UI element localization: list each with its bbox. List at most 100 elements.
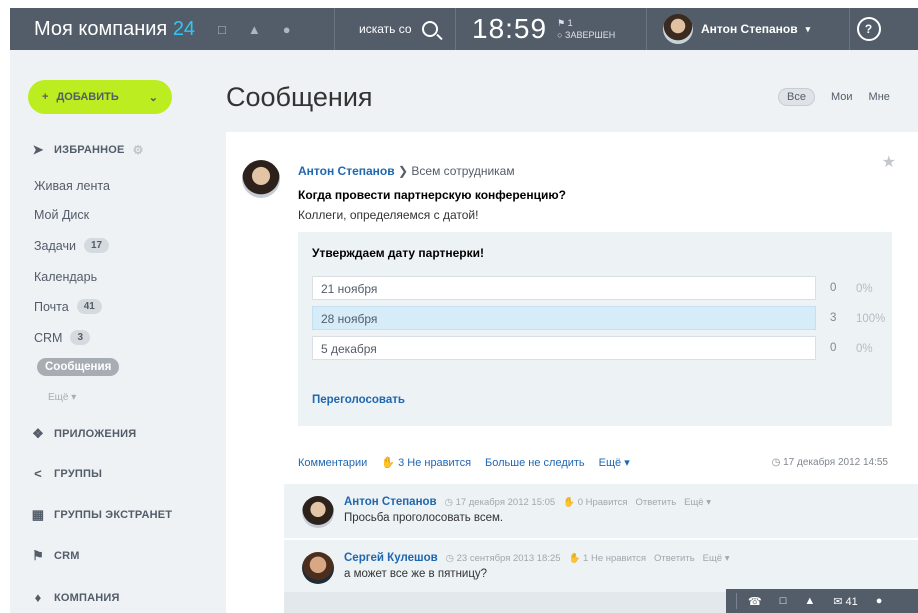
comment-date: ◷ 17 декабря 2012 15:05 — [444, 497, 556, 508]
thumbs-up-icon: ✋ — [568, 553, 581, 564]
filter-mine[interactable]: Мои — [831, 91, 853, 103]
top-bar: Моя компания 24 □ ▲ ● искать со 18:59 ⚑ … — [10, 8, 918, 50]
bell-icon[interactable]: ▲ — [804, 595, 815, 607]
work-clock[interactable]: 18:59 ⚑ 1 ○ ЗАВЕРШЕН — [456, 13, 646, 45]
sidebar-section-crm[interactable]: ⚑ CRM — [30, 548, 80, 564]
chevron-down-icon: ▾ — [71, 392, 77, 403]
poll-option[interactable]: 28 ноября — [312, 306, 816, 330]
bell-icon[interactable]: ▲ — [248, 22, 261, 37]
like-button[interactable]: ✋ 3 Не нравится — [381, 456, 471, 469]
comment-like-label: 0 Нравится — [577, 497, 628, 508]
phone-icon[interactable]: ☎ — [748, 595, 762, 608]
sidebar-section-groups[interactable]: < ГРУППЫ — [30, 466, 102, 481]
comment-header: Сергей Кулешов ◷ 23 сентября 2013 18:25 … — [344, 552, 730, 564]
filter-tabs: Все Мои Мне — [778, 88, 890, 106]
poll-option[interactable]: 21 ноября — [312, 276, 816, 300]
sidebar-section-extranet[interactable]: ▦ ГРУППЫ ЭКСТРАНЕТ — [30, 507, 172, 523]
section-label: ПРИЛОЖЕНИЯ — [54, 428, 137, 440]
gear-icon[interactable]: ⚙ — [133, 143, 144, 157]
avatar[interactable] — [302, 496, 334, 528]
arrow-right-icon: ❯ — [397, 164, 409, 178]
clock-meta: ⚑ 1 ○ ЗАВЕРШЕН — [557, 17, 615, 41]
comment-more[interactable]: Ещё ▾ — [703, 553, 730, 564]
sidebar-item-tasks[interactable]: Задачи 17 — [34, 238, 110, 253]
sidebar-section-company[interactable]: ♦ КОМПАНИЯ — [30, 590, 120, 605]
sidebar-item-label: CRM — [34, 330, 63, 345]
cloud-icon[interactable]: ● — [283, 22, 291, 37]
sidebar-item-messages[interactable]: Сообщения — [37, 358, 120, 376]
filter-all[interactable]: Все — [778, 88, 815, 106]
like-count: 3 — [398, 457, 405, 469]
revote-link[interactable]: Переголосовать — [312, 394, 405, 406]
poll-percent: 0% — [856, 283, 873, 295]
sidebar-section-apps[interactable]: ❖ ПРИЛОЖЕНИЯ — [30, 426, 136, 442]
add-button[interactable]: + ДОБАВИТЬ ⌄ — [28, 80, 172, 114]
comments-link[interactable]: Комментарии — [298, 457, 367, 469]
apps-icon: ❖ — [32, 426, 44, 441]
chat-icon[interactable]: □ — [218, 22, 226, 37]
post-recipient[interactable]: Всем сотрудникам — [411, 164, 514, 178]
comment-date: ◷ 23 сентября 2013 18:25 — [445, 553, 561, 564]
comment-author[interactable]: Антон Степанов — [344, 496, 437, 508]
comment-more[interactable]: Ещё ▾ — [684, 497, 711, 508]
comment-date-text: 23 сентября 2013 18:25 — [456, 553, 561, 564]
reply-link[interactable]: Ответить — [654, 553, 695, 564]
comment-like[interactable]: ✋ 0 Нравится — [563, 497, 627, 508]
unfollow-link[interactable]: Больше не следить — [485, 457, 585, 469]
poll-percent: 100% — [856, 313, 886, 325]
sidebar-item-disk[interactable]: Мой Диск — [34, 208, 89, 222]
search-box[interactable]: искать со — [335, 21, 455, 37]
clock-status: ○ ЗАВЕРШЕН — [557, 29, 615, 41]
sidebar-item-crm[interactable]: CRM 3 — [34, 330, 91, 345]
sidebar-more[interactable]: Ещё ▾ — [48, 392, 76, 403]
sidebar-item-label: Задачи — [34, 238, 76, 253]
poll-question: Утверждаем дату партнерки! — [312, 246, 485, 260]
chevron-down-icon: ⌄ — [148, 91, 158, 104]
comment-text: Просьба проголосовать всем. — [344, 512, 504, 524]
mail-counter[interactable]: ✉ 41 — [833, 595, 858, 608]
page-title: Сообщения — [226, 82, 373, 112]
comment-author[interactable]: Сергей Кулешов — [344, 552, 438, 564]
post-card: Антон Степанов ❯ Всем сотрудникам ★ Когд… — [226, 132, 918, 613]
reply-link[interactable]: Ответить — [636, 497, 677, 508]
sidebar-section-favorites[interactable]: ➤ ИЗБРАННОЕ ⚙ — [30, 142, 144, 158]
sidebar-item-mail[interactable]: Почта 41 — [34, 299, 102, 314]
post-author-line: Антон Степанов ❯ Всем сотрудникам — [298, 164, 515, 178]
comment-header: Антон Степанов ◷ 17 декабря 2012 15:05 ✋… — [344, 496, 711, 508]
chevron-down-icon: ▾ — [624, 457, 630, 469]
chat-icon[interactable]: □ — [780, 595, 787, 607]
comment-like[interactable]: ✋ 1 Не нравится — [569, 553, 647, 564]
comment-more-label: Ещё — [684, 497, 704, 508]
user-menu[interactable]: Антон Степанов ▾ — [647, 14, 841, 44]
more-menu[interactable]: Ещё ▾ — [599, 456, 630, 469]
avatar[interactable] — [242, 160, 280, 198]
top-strip — [0, 0, 918, 8]
post-author[interactable]: Антон Степанов — [298, 164, 395, 178]
search-label: искать со — [359, 22, 412, 36]
poll: Утверждаем дату партнерки! 21 ноября 0 0… — [298, 232, 892, 426]
sidebar-item-label: Мой Диск — [34, 208, 90, 222]
clock-status-text: ЗАВЕРШЕН — [565, 30, 616, 40]
cloud-icon[interactable]: ● — [876, 595, 883, 607]
poll-count: 0 — [830, 342, 837, 354]
help-button[interactable]: ? — [849, 8, 887, 50]
clock-icon: ◷ — [771, 457, 781, 468]
chevron-down-icon: ▾ — [706, 497, 711, 508]
avatar[interactable] — [302, 552, 334, 584]
filter-to-me[interactable]: Мне — [869, 91, 890, 103]
post-text: Коллеги, определяемся с датой! — [298, 208, 479, 222]
poll-option[interactable]: 5 декабря — [312, 336, 816, 360]
star-icon[interactable]: ★ — [882, 152, 896, 172]
search-icon[interactable] — [421, 21, 438, 37]
flag-count-value: 1 — [567, 18, 573, 28]
poll-count: 0 — [830, 282, 837, 294]
more-label: Ещё — [598, 457, 622, 469]
sidebar-item-calendar[interactable]: Календарь — [34, 270, 97, 284]
bottom-toolbar: ☎ □ ▲ ✉ 41 ● — [726, 589, 918, 613]
sidebar-item-feed[interactable]: Живая лента — [34, 179, 110, 193]
clock-time: 18:59 — [472, 13, 548, 44]
logo[interactable]: Моя компания 24 — [10, 18, 210, 41]
plus-icon: + — [42, 91, 49, 103]
section-label: КОМПАНИЯ — [54, 591, 120, 604]
divider — [736, 593, 737, 609]
